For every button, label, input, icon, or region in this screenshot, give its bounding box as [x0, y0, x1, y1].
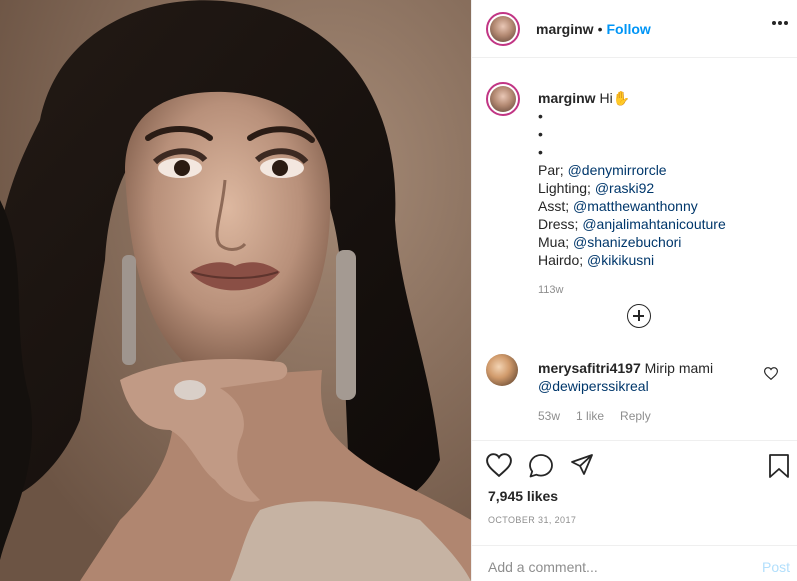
credit-label: Lighting;	[538, 180, 595, 196]
comment-body: merysafitri4197 Mirip mami @dewiperssikr…	[538, 359, 758, 425]
credit-label: Hairdo;	[538, 252, 588, 268]
reply-button[interactable]: Reply	[620, 407, 651, 425]
instagram-post: marginw • Follow marginw Hi✋ • • • Par; …	[0, 0, 797, 581]
caption-line-0: Hi✋	[599, 90, 631, 106]
author-username[interactable]: marginw	[536, 21, 594, 37]
caption-text: marginw Hi✋ • • • Par; @denymirrorcle Li…	[538, 89, 788, 299]
commenter-username[interactable]: merysafitri4197	[538, 360, 641, 376]
comment-input[interactable]	[488, 559, 738, 575]
comment-meta: 53w 1 like Reply	[538, 407, 758, 425]
caption-line-3: •	[538, 144, 543, 160]
caption-avatar[interactable]	[486, 82, 520, 116]
comment-text: Mirip mami	[644, 360, 714, 376]
follow-button[interactable]: Follow	[606, 21, 650, 37]
credit-line: Lighting; @raski92	[538, 179, 788, 197]
plus-circle-icon[interactable]	[627, 304, 651, 328]
caption-username[interactable]: marginw	[538, 90, 596, 106]
post-header: marginw • Follow	[472, 0, 797, 58]
likes-count[interactable]: 7,945 likes	[488, 488, 558, 504]
heart-icon[interactable]	[486, 453, 512, 477]
post-photo[interactable]	[0, 0, 471, 581]
credit-line: Asst; @matthewanthonny	[538, 197, 788, 215]
separator-dot: •	[597, 20, 603, 37]
mention-link[interactable]: @matthewanthonny	[573, 198, 698, 214]
mention-link[interactable]: @raski92	[595, 180, 654, 196]
mention-link[interactable]: @denymirrorcle	[568, 162, 667, 178]
post-sidebar: marginw • Follow marginw Hi✋ • • • Par; …	[471, 0, 797, 581]
credit-line: Dress; @anjalimahtanicouture	[538, 215, 788, 233]
comment-time[interactable]: 53w	[538, 407, 560, 425]
author-avatar[interactable]	[486, 11, 520, 46]
post-date[interactable]: OCTOBER 31, 2017	[488, 515, 576, 525]
add-comment-bar: Post	[472, 545, 797, 581]
action-icons	[486, 453, 594, 479]
credit-label: Dress;	[538, 216, 583, 232]
bookmark-icon[interactable]	[768, 453, 790, 479]
caption-line-1: •	[538, 108, 543, 124]
caption-time[interactable]: 113w	[538, 281, 788, 299]
post-actions: 7,945 likes OCTOBER 31, 2017 Post	[472, 440, 797, 581]
comment-likes[interactable]: 1 like	[576, 407, 604, 425]
comment-mention[interactable]: @dewiperssikreal	[538, 378, 649, 394]
comment-icon[interactable]	[528, 453, 554, 479]
mention-link[interactable]: @anjalimahtanicouture	[582, 216, 725, 232]
caption-line-2: •	[538, 126, 543, 142]
post-comment-button[interactable]: Post	[762, 559, 790, 575]
share-icon[interactable]	[570, 453, 594, 477]
portrait-illustration	[0, 0, 471, 581]
credit-line: Mua; @shanizebuchori	[538, 233, 788, 251]
more-options-icon[interactable]	[772, 21, 788, 27]
mention-link[interactable]: @shanizebuchori	[573, 234, 681, 250]
mention-link[interactable]: @kikikusni	[587, 252, 654, 268]
credit-label: Mua;	[538, 234, 574, 250]
commenter-avatar[interactable]	[486, 354, 518, 386]
credit-line: Par; @denymirrorcle	[538, 161, 788, 179]
small-heart-icon[interactable]	[764, 367, 778, 380]
credit-label: Asst;	[538, 198, 574, 214]
credit-line: Hairdo; @kikikusni	[538, 251, 788, 269]
credit-label: Par;	[538, 162, 568, 178]
